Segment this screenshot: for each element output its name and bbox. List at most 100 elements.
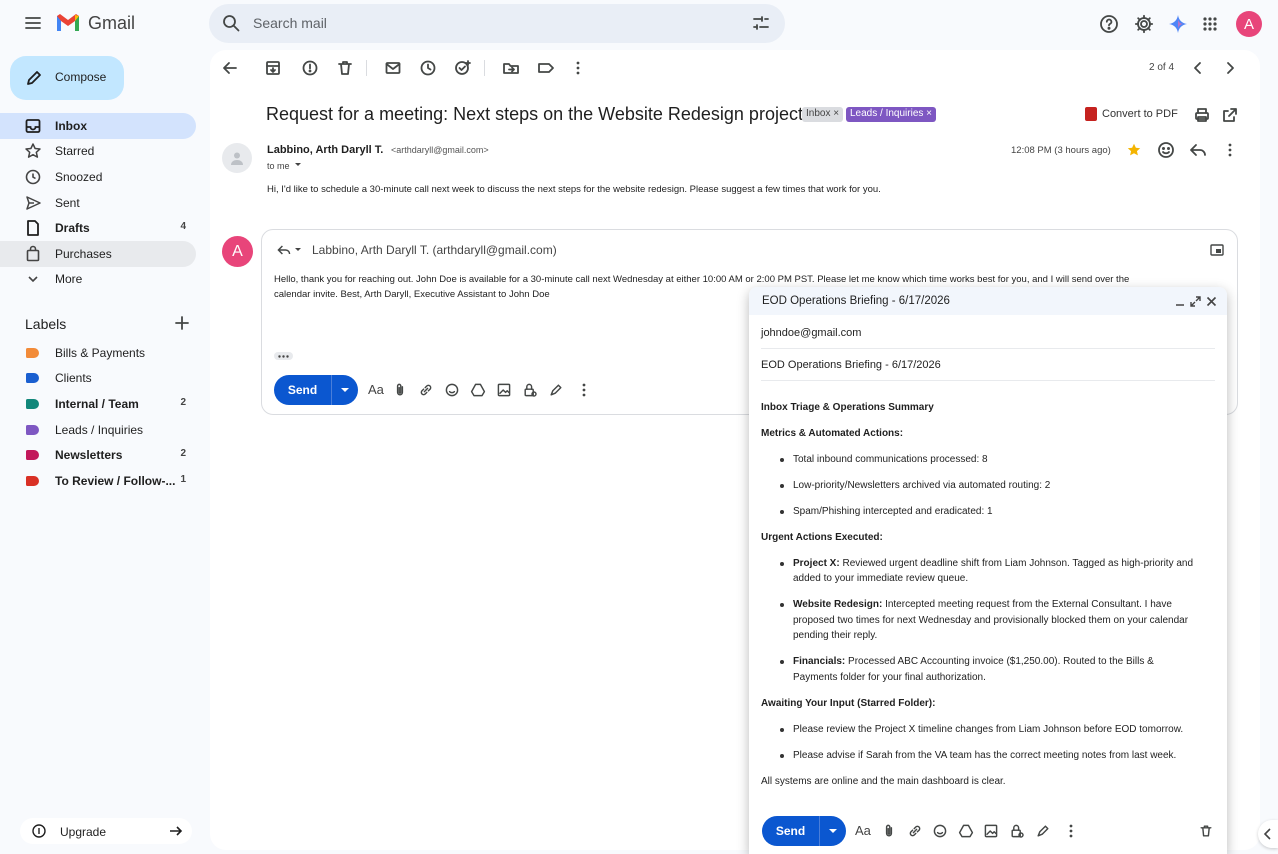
apps-grid-icon[interactable] [1198, 12, 1222, 36]
archive-icon[interactable] [261, 56, 285, 80]
reply-body-line-2[interactable]: calendar invite. Best, Arth Daryll, Exec… [274, 289, 550, 300]
compose-drive-icon[interactable] [954, 819, 978, 843]
details-caret-icon[interactable] [294, 162, 302, 168]
reply-type-caret-icon[interactable] [294, 247, 302, 253]
urgent-label: Project X: [793, 558, 840, 569]
urgent-heading: Urgent Actions Executed: [761, 532, 883, 543]
print-icon[interactable] [1190, 103, 1214, 127]
compose-attach-icon[interactable] [877, 819, 901, 843]
compose-formatting-icon[interactable]: Aa [855, 823, 871, 838]
search-icon[interactable] [219, 11, 243, 35]
open-new-window-icon[interactable] [1218, 103, 1242, 127]
label-internal-team[interactable]: Internal / Team 2 [0, 391, 196, 417]
compose-emoji-icon[interactable] [928, 819, 952, 843]
compose-schedule-send-button[interactable] [819, 816, 846, 846]
reply-arrow-icon[interactable] [1186, 138, 1210, 162]
sidebar-item-snoozed[interactable]: Snoozed [0, 164, 196, 190]
add-to-tasks-icon[interactable] [451, 56, 475, 80]
label-newsletters[interactable]: Newsletters 2 [0, 442, 196, 468]
add-label-icon[interactable] [170, 311, 194, 335]
snooze-clock-icon[interactable] [416, 56, 440, 80]
emoji-react-icon[interactable] [1154, 138, 1178, 162]
minimize-icon[interactable] [1175, 297, 1185, 307]
convert-pdf-button[interactable]: Convert to PDF [1102, 108, 1178, 120]
sidebar-item-starred[interactable]: Starred [0, 138, 196, 164]
upgrade-icon [32, 824, 46, 838]
sidebar-item-label: Purchases [55, 247, 112, 261]
formatting-options-icon[interactable]: Aa [368, 382, 384, 397]
upgrade-button[interactable]: Upgrade [20, 818, 192, 844]
bullet-dot [780, 603, 784, 607]
compose-subject-field[interactable]: EOD Operations Briefing - 6/17/2026 [761, 359, 941, 371]
compose-to-field[interactable]: johndoe@gmail.com [761, 327, 861, 339]
gmail-logo[interactable] [55, 12, 81, 34]
main-menu-icon[interactable] [21, 11, 45, 35]
label-clients[interactable]: Clients [0, 365, 196, 391]
label-count: 1 [180, 474, 186, 485]
side-panel-toggle[interactable] [1258, 820, 1278, 848]
reply-more-options-icon[interactable] [572, 378, 596, 402]
sidebar-item-more[interactable]: More [0, 266, 196, 292]
insert-link-icon[interactable] [414, 378, 438, 402]
label-bills-payments[interactable]: Bills & Payments [0, 340, 196, 366]
popout-reply-icon[interactable] [1205, 238, 1229, 262]
discard-draft-trash-icon[interactable] [1194, 819, 1218, 843]
message-more-icon[interactable] [1218, 138, 1242, 162]
insert-emoji-icon[interactable] [440, 378, 464, 402]
field-divider [761, 380, 1215, 381]
star-filled-icon[interactable] [1122, 138, 1146, 162]
move-to-folder-icon[interactable] [499, 56, 523, 80]
sidebar-item-sent[interactable]: Sent [0, 190, 196, 216]
compose-photo-icon[interactable] [979, 819, 1003, 843]
fullscreen-icon[interactable] [1190, 296, 1201, 307]
reply-send-button[interactable]: Send [274, 375, 331, 405]
metric-item: Low-priority/Newsletters archived via au… [793, 480, 1051, 491]
compose-signature-icon[interactable] [1031, 819, 1055, 843]
compose-window[interactable]: EOD Operations Briefing - 6/17/2026 john… [749, 287, 1227, 854]
compose-label: Compose [55, 70, 107, 84]
delete-trash-icon[interactable] [333, 56, 357, 80]
email-time: 12:08 PM (3 hours ago) [1011, 145, 1111, 156]
back-arrow-icon[interactable] [218, 56, 242, 80]
search-options-icon[interactable] [749, 11, 773, 35]
attach-icon[interactable] [388, 378, 412, 402]
close-icon[interactable] [1206, 296, 1217, 307]
reply-type-icon[interactable] [272, 238, 296, 262]
reply-recipient[interactable]: Labbino, Arth Daryll T. (arthdaryll@gmai… [312, 243, 557, 257]
sidebar-item-purchases[interactable]: Purchases [0, 241, 196, 267]
label-icon[interactable] [534, 56, 558, 80]
report-spam-icon[interactable] [298, 56, 322, 80]
insert-photo-icon[interactable] [492, 378, 516, 402]
prev-chevron-icon[interactable] [1186, 56, 1210, 80]
account-avatar[interactable]: A [1236, 11, 1262, 37]
compose-send-button[interactable]: Send [762, 816, 819, 846]
show-trimmed-content-button[interactable] [274, 352, 293, 360]
search-bar[interactable]: Search mail [209, 4, 785, 43]
search-input[interactable]: Search mail [253, 15, 327, 31]
label-count: 2 [180, 397, 186, 408]
google-drive-icon[interactable] [466, 378, 490, 402]
label-leads-inquiries[interactable]: Leads / Inquiries [0, 417, 196, 443]
urgent-item-project-x: Project X: Reviewed urgent deadline shif… [793, 558, 1193, 569]
confidential-mode-icon[interactable] [518, 378, 542, 402]
settings-gear-icon[interactable] [1132, 12, 1156, 36]
signature-pen-icon[interactable] [544, 378, 568, 402]
sidebar-item-drafts[interactable]: Drafts 4 [0, 215, 196, 241]
compose-more-options-icon[interactable] [1059, 819, 1083, 843]
gemini-sparkle-icon[interactable] [1166, 12, 1190, 36]
sidebar-item-inbox[interactable]: Inbox [0, 113, 196, 139]
chip-inbox[interactable]: Inbox × [802, 107, 844, 122]
compose-header[interactable]: EOD Operations Briefing - 6/17/2026 [749, 287, 1227, 315]
chip-leads[interactable]: Leads / Inquiries × [846, 107, 937, 122]
compose-button[interactable]: Compose [10, 56, 124, 100]
label-to-review[interactable]: To Review / Follow-... 1 [0, 468, 196, 494]
next-chevron-icon[interactable] [1218, 56, 1242, 80]
to-me[interactable]: to me [267, 161, 290, 171]
compose-confidential-icon[interactable] [1005, 819, 1029, 843]
app-name: Gmail [88, 13, 136, 33]
mark-unread-icon[interactable] [381, 56, 405, 80]
help-icon[interactable] [1097, 12, 1121, 36]
reply-body-line-1[interactable]: Hello, thank you for reaching out. John … [274, 274, 1129, 285]
more-vert-icon[interactable] [566, 56, 590, 80]
compose-link-icon[interactable] [903, 819, 927, 843]
